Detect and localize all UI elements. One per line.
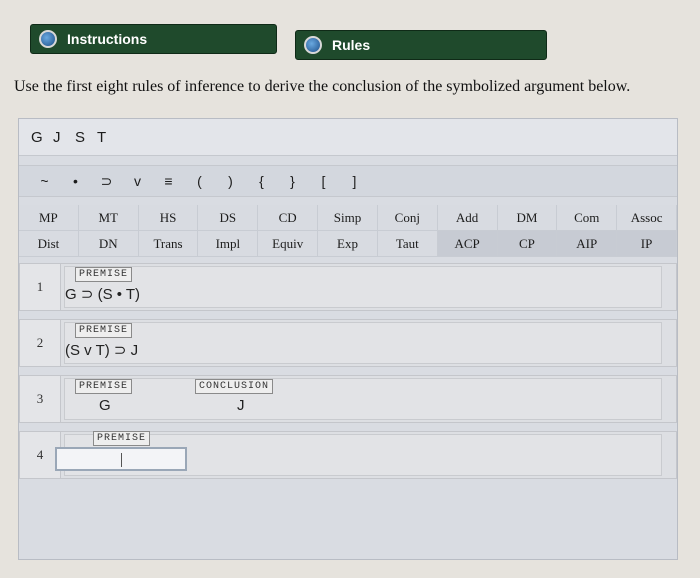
rule-com-button[interactable]: Com (557, 205, 618, 231)
premise-badge: PREMISE (75, 323, 133, 338)
letter-bar: G J S T (19, 119, 677, 156)
symbol-open-paren-button[interactable]: ( (184, 173, 215, 189)
rule-impl-button[interactable]: Impl (198, 231, 259, 257)
premise-badge: PREMISE (75, 379, 133, 394)
symbol-horseshoe-button[interactable]: ⊃ (91, 173, 122, 190)
line-content: PREMISE (S v T) ⊃ J (64, 322, 662, 364)
rule-dm-button[interactable]: DM (497, 205, 558, 231)
rule-mp-button[interactable]: MP (19, 205, 79, 231)
rules-label: Rules (332, 37, 371, 53)
rule-assoc-button[interactable]: Assoc (617, 205, 677, 231)
text-cursor (121, 453, 122, 467)
line-number: 2 (20, 320, 61, 366)
rule-simp-button[interactable]: Simp (318, 205, 378, 231)
rule-cp-button[interactable]: CP (497, 231, 558, 257)
premise-badge: PREMISE (75, 267, 133, 282)
rule-ds-button[interactable]: DS (198, 205, 259, 231)
instructions-label: Instructions (67, 31, 148, 47)
conclusion-formula: J (237, 397, 245, 414)
letter-j-button[interactable]: J (53, 129, 75, 146)
symbol-close-bracket-button[interactable]: ] (339, 173, 370, 189)
premise-input[interactable] (55, 447, 187, 471)
letter-t-button[interactable]: T (97, 129, 119, 146)
instruction-text: Use the first eight rules of inference t… (14, 78, 631, 95)
proof-line-4: 4 PREMISE (19, 431, 677, 479)
rule-aip-button[interactable]: AIP (557, 231, 618, 257)
rule-cd-button[interactable]: CD (258, 205, 319, 231)
rule-trans-button[interactable]: Trans (138, 231, 199, 257)
line-content: PREMISE G CONCLUSION J (64, 378, 662, 420)
rule-equiv-button[interactable]: Equiv (258, 231, 319, 257)
rule-dist-button[interactable]: Dist (19, 231, 79, 257)
proof-line-2: 2 PREMISE (S v T) ⊃ J (19, 319, 677, 367)
symbol-close-paren-button[interactable]: ) (215, 173, 246, 189)
symbol-open-brace-button[interactable]: { (246, 173, 277, 189)
rule-mt-button[interactable]: MT (78, 205, 139, 231)
line-content: PREMISE (55, 431, 662, 476)
rules-button[interactable]: Rules (295, 30, 547, 60)
premise-formula: G (99, 397, 111, 414)
premise-formula: (S v T) ⊃ J (65, 342, 139, 359)
proof-panel: G J S T ~ • ⊃ v ≡ ( ) { } [ ] MP MT HS D… (18, 118, 678, 560)
rules-grid: MP MT HS DS CD Simp Conj Add DM Com Asso… (19, 205, 677, 257)
rule-dn-button[interactable]: DN (78, 231, 139, 257)
globe-icon (304, 36, 322, 54)
symbol-bar: ~ • ⊃ v ≡ ( ) { } [ ] (19, 165, 677, 197)
letter-g-button[interactable]: G (31, 129, 53, 146)
line-number: 3 (20, 376, 61, 422)
line-number: 1 (20, 264, 61, 310)
premise-formula: G ⊃ (S • T) (65, 286, 141, 303)
line-content: PREMISE G ⊃ (S • T) (64, 266, 662, 308)
premise-badge: PREMISE (93, 431, 151, 446)
symbol-close-brace-button[interactable]: } (277, 173, 308, 189)
symbol-triple-bar-button[interactable]: ≡ (153, 173, 184, 189)
symbol-tilde-button[interactable]: ~ (29, 173, 60, 189)
rule-ip-button[interactable]: IP (617, 231, 677, 257)
letter-s-button[interactable]: S (75, 129, 97, 146)
proof-line-1: 1 PREMISE G ⊃ (S • T) (19, 263, 677, 311)
symbol-dot-button[interactable]: • (60, 173, 91, 189)
globe-icon (39, 30, 57, 48)
rule-conj-button[interactable]: Conj (377, 205, 438, 231)
symbol-wedge-button[interactable]: v (122, 173, 153, 189)
conclusion-badge: CONCLUSION (195, 379, 274, 394)
rule-taut-button[interactable]: Taut (377, 231, 438, 257)
symbol-open-bracket-button[interactable]: [ (308, 173, 339, 189)
instructions-button[interactable]: Instructions (30, 24, 277, 54)
proof-line-3: 3 PREMISE G CONCLUSION J (19, 375, 677, 423)
rule-exp-button[interactable]: Exp (318, 231, 378, 257)
rule-hs-button[interactable]: HS (138, 205, 199, 231)
rule-add-button[interactable]: Add (437, 205, 498, 231)
rule-acp-button[interactable]: ACP (437, 231, 498, 257)
